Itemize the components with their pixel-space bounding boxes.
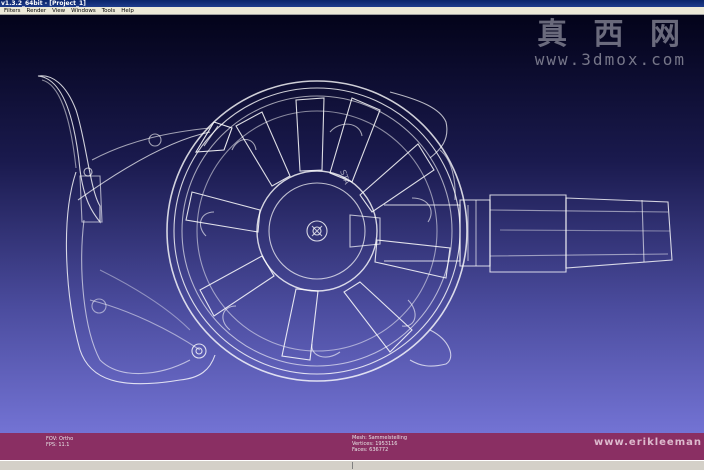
3d-viewport[interactable]: STA 真 西 网 www.3dmox.com	[0, 15, 704, 433]
wireframe-model: STA	[37, 75, 673, 385]
face-count: Faces: 636772	[352, 447, 389, 453]
window-title: v1.3.2_64bit - [Project_1]	[0, 0, 704, 7]
menu-help[interactable]: Help	[118, 7, 137, 14]
bottom-separator	[352, 462, 353, 469]
menu-render[interactable]: Render	[24, 7, 50, 14]
watermark-url: www.3dmox.com	[534, 50, 686, 69]
menu-windows[interactable]: Windows	[68, 7, 99, 14]
status-bar: FOV: Ortho FPS: 11.1 Mesh: Sammelstellin…	[0, 433, 704, 460]
menu-tools[interactable]: Tools	[99, 7, 119, 14]
menu-filters[interactable]: Filters	[1, 7, 24, 14]
watermark-logo: 真 西 网	[537, 17, 688, 52]
fps-readout: FPS: 11.1	[46, 442, 70, 448]
menu-bar: Filters Render View Windows Tools Help	[0, 7, 704, 15]
view-info: FOV: Ortho FPS: 11.1	[46, 436, 73, 448]
menu-view[interactable]: View	[49, 7, 68, 14]
mesh-info: Mesh: Sammelstelling Vertices: 1953116 F…	[352, 435, 407, 453]
credit-watermark: www.erikleeman	[594, 437, 702, 448]
